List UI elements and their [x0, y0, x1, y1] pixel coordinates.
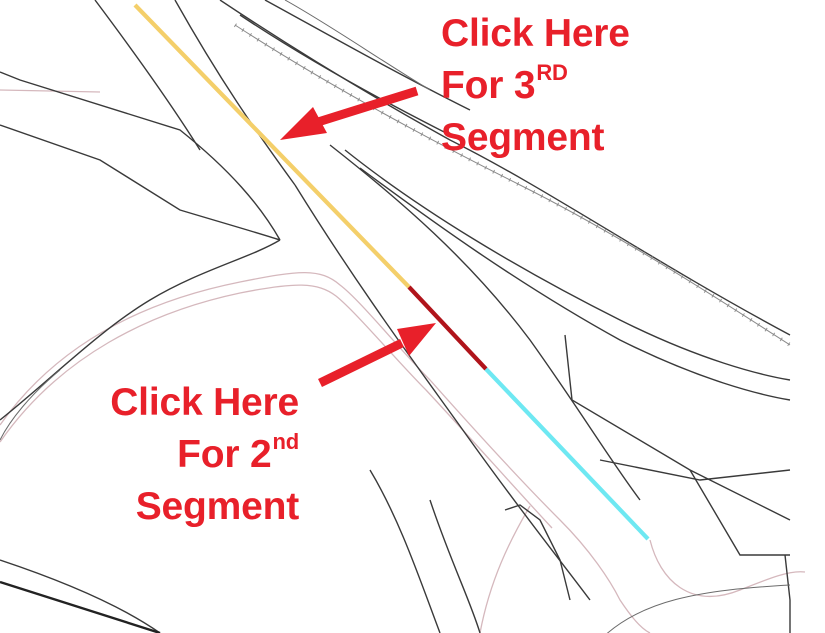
callout-3rd-line3: Segment — [441, 116, 605, 159]
callout-2nd-line2: For 2nd — [110, 429, 299, 481]
roadway-linework-map — [0, 0, 825, 633]
callout-3rd-line2: For 3RD — [441, 60, 630, 112]
callout-2nd-line2-main: For 2 — [177, 433, 272, 476]
callout-3rd-ordinal: RD — [536, 60, 568, 85]
callout-3rd-line1: Click Here — [441, 12, 630, 55]
callout-3rd-line2-main: For 3 — [441, 64, 536, 107]
callout-2nd-ordinal: nd — [272, 429, 300, 454]
callout-2nd-line1: Click Here — [110, 381, 299, 424]
callout-2nd-segment: Click Here For 2nd Segment — [110, 377, 299, 533]
callout-2nd-line3: Segment — [135, 485, 300, 528]
callout-3rd-segment: Click Here For 3RD Segment — [441, 8, 630, 164]
